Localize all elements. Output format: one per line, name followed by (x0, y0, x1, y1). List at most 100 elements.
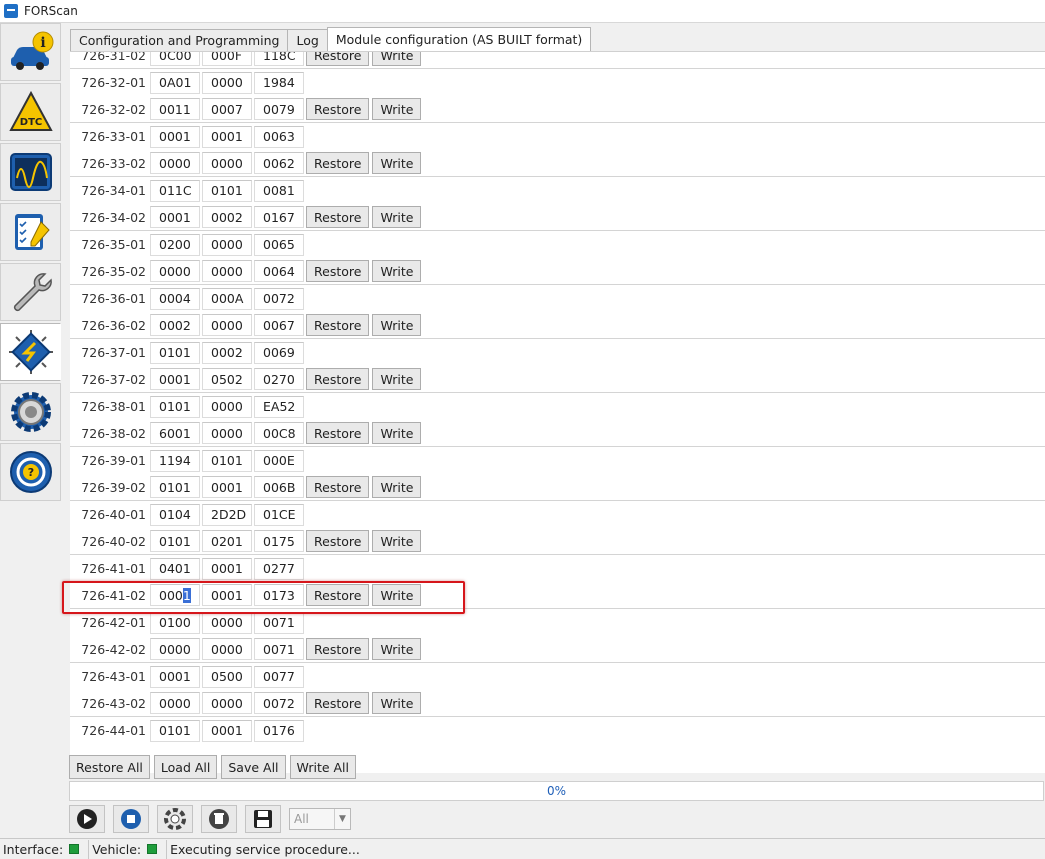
hex-value-field[interactable]: 0007 (202, 98, 252, 120)
sidebar-help[interactable]: ? (0, 443, 61, 501)
sidebar-module-programming[interactable] (0, 323, 61, 381)
hex-value-field[interactable]: EA52 (254, 395, 304, 418)
write-button[interactable]: Write (372, 368, 422, 390)
hex-value-field[interactable]: 0000 (150, 692, 200, 714)
hex-value-field[interactable]: 0077 (254, 665, 304, 688)
restore-button[interactable]: Restore (306, 692, 370, 714)
sidebar-vehicle-info[interactable]: i (0, 23, 61, 81)
hex-value-field[interactable]: 0A01 (150, 71, 200, 94)
hex-value-field[interactable]: 0101 (202, 179, 252, 202)
run-button[interactable] (69, 805, 105, 833)
restore-button[interactable]: Restore (306, 314, 370, 336)
hex-value-field[interactable]: 0001 (202, 125, 252, 148)
hex-value-field[interactable]: 0001 (150, 665, 200, 688)
load-all-button[interactable]: Load All (153, 755, 218, 779)
filter-select[interactable]: All ▼ (289, 808, 351, 830)
restore-button[interactable]: Restore (306, 260, 370, 282)
write-button[interactable]: Write (372, 52, 422, 66)
sidebar-dtc[interactable]: DTC (0, 83, 61, 141)
hex-value-field[interactable]: 0011 (150, 98, 200, 120)
restore-button[interactable]: Restore (306, 152, 370, 174)
hex-value-field[interactable]: 0000 (202, 314, 252, 336)
hex-value-field[interactable]: 6001 (150, 422, 200, 444)
hex-value-field[interactable]: 0065 (254, 233, 304, 256)
hex-value-field[interactable]: 0000 (202, 638, 252, 660)
hex-value-field[interactable]: 0101 (150, 719, 200, 742)
write-button[interactable]: Write (372, 692, 422, 714)
hex-value-field[interactable]: 011C (150, 179, 200, 202)
hex-value-field[interactable]: 0C00 (150, 52, 200, 66)
hex-value-field[interactable]: 1984 (254, 71, 304, 94)
hex-value-field[interactable]: 0064 (254, 260, 304, 282)
hex-value-field[interactable]: 0001 (202, 719, 252, 742)
hex-value-field[interactable]: 0002 (202, 206, 252, 228)
hex-value-field[interactable]: 0002 (202, 341, 252, 364)
write-button[interactable]: Write (372, 638, 422, 660)
restore-button[interactable]: Restore (306, 638, 370, 660)
sidebar-checklist[interactable] (0, 203, 61, 261)
hex-value-field[interactable]: 0000 (202, 422, 252, 444)
hex-value-field[interactable]: 0063 (254, 125, 304, 148)
hex-value-field[interactable]: 0000 (202, 152, 252, 174)
hex-value-field[interactable]: 0270 (254, 368, 304, 390)
hex-value-field[interactable]: 0002 (150, 314, 200, 336)
hex-value-field[interactable]: 0000 (202, 71, 252, 94)
hex-value-field[interactable]: 0072 (254, 692, 304, 714)
restore-button[interactable]: Restore (306, 52, 370, 66)
write-button[interactable]: Write (372, 152, 422, 174)
hex-value-field[interactable]: 0502 (202, 368, 252, 390)
hex-value-field[interactable]: 1194 (150, 449, 200, 472)
hex-value-field[interactable]: 0201 (202, 530, 252, 552)
hex-value-field[interactable]: 0001 (202, 476, 252, 498)
hex-value-field[interactable]: 0081 (254, 179, 304, 202)
write-button[interactable]: Write (372, 260, 422, 282)
restore-button[interactable]: Restore (306, 476, 370, 498)
hex-value-field[interactable]: 0200 (150, 233, 200, 256)
sidebar-service[interactable] (0, 263, 61, 321)
save-button[interactable] (245, 805, 281, 833)
hex-value-field[interactable]: 0167 (254, 206, 304, 228)
hex-value-field[interactable]: 0069 (254, 341, 304, 364)
hex-value-field[interactable]: 0000 (150, 152, 200, 174)
write-button[interactable]: Write (372, 422, 422, 444)
hex-value-field[interactable]: 0004 (150, 287, 200, 310)
restore-button[interactable]: Restore (306, 530, 370, 552)
hex-value-field[interactable]: 0000 (150, 638, 200, 660)
hex-value-field[interactable]: 00C8 (254, 422, 304, 444)
hex-value-field[interactable]: 0079 (254, 98, 304, 120)
hex-value-field[interactable]: 006B (254, 476, 304, 498)
hex-value-field[interactable]: 0104 (150, 503, 200, 526)
hex-value-field[interactable]: 0000 (150, 260, 200, 282)
restore-button[interactable]: Restore (306, 206, 370, 228)
hex-value-field[interactable]: 0001 (150, 206, 200, 228)
hex-value-field[interactable]: 0000 (202, 260, 252, 282)
hex-value-field[interactable]: 0001 (150, 125, 200, 148)
hex-value-field[interactable]: 0000 (202, 233, 252, 256)
hex-value-field[interactable]: 0101 (150, 341, 200, 364)
sidebar-settings[interactable] (0, 383, 61, 441)
restore-button[interactable]: Restore (306, 98, 370, 120)
sidebar-oscilloscope[interactable] (0, 143, 61, 201)
hex-value-field[interactable]: 0000 (202, 395, 252, 418)
write-button[interactable]: Write (372, 206, 422, 228)
hex-value-field[interactable]: 000A (202, 287, 252, 310)
hex-value-field[interactable]: 0101 (150, 395, 200, 418)
write-button[interactable]: Write (372, 314, 422, 336)
hex-value-field[interactable]: 0100 (150, 611, 200, 634)
hex-value-field[interactable]: 0001 (202, 557, 252, 580)
hex-value-field[interactable]: 0500 (202, 665, 252, 688)
tab-configuration-programming[interactable]: Configuration and Programming (70, 29, 289, 51)
restore-button[interactable]: Restore (306, 368, 370, 390)
hex-value-field[interactable]: 0175 (254, 530, 304, 552)
hex-value-field[interactable]: 118C (254, 52, 304, 66)
hex-value-field[interactable]: 2D2D (202, 503, 252, 526)
tab-module-configuration[interactable]: Module configuration (AS BUILT format) (326, 27, 592, 51)
hex-value-field[interactable]: 0101 (150, 530, 200, 552)
support-button[interactable] (157, 805, 193, 833)
write-button[interactable]: Write (372, 476, 422, 498)
hex-value-field[interactable]: 0176 (254, 719, 304, 742)
hex-value-field[interactable]: 0067 (254, 314, 304, 336)
hex-value-field[interactable]: 0000 (202, 611, 252, 634)
restore-button[interactable]: Restore (306, 422, 370, 444)
hex-value-field[interactable]: 000E (254, 449, 304, 472)
